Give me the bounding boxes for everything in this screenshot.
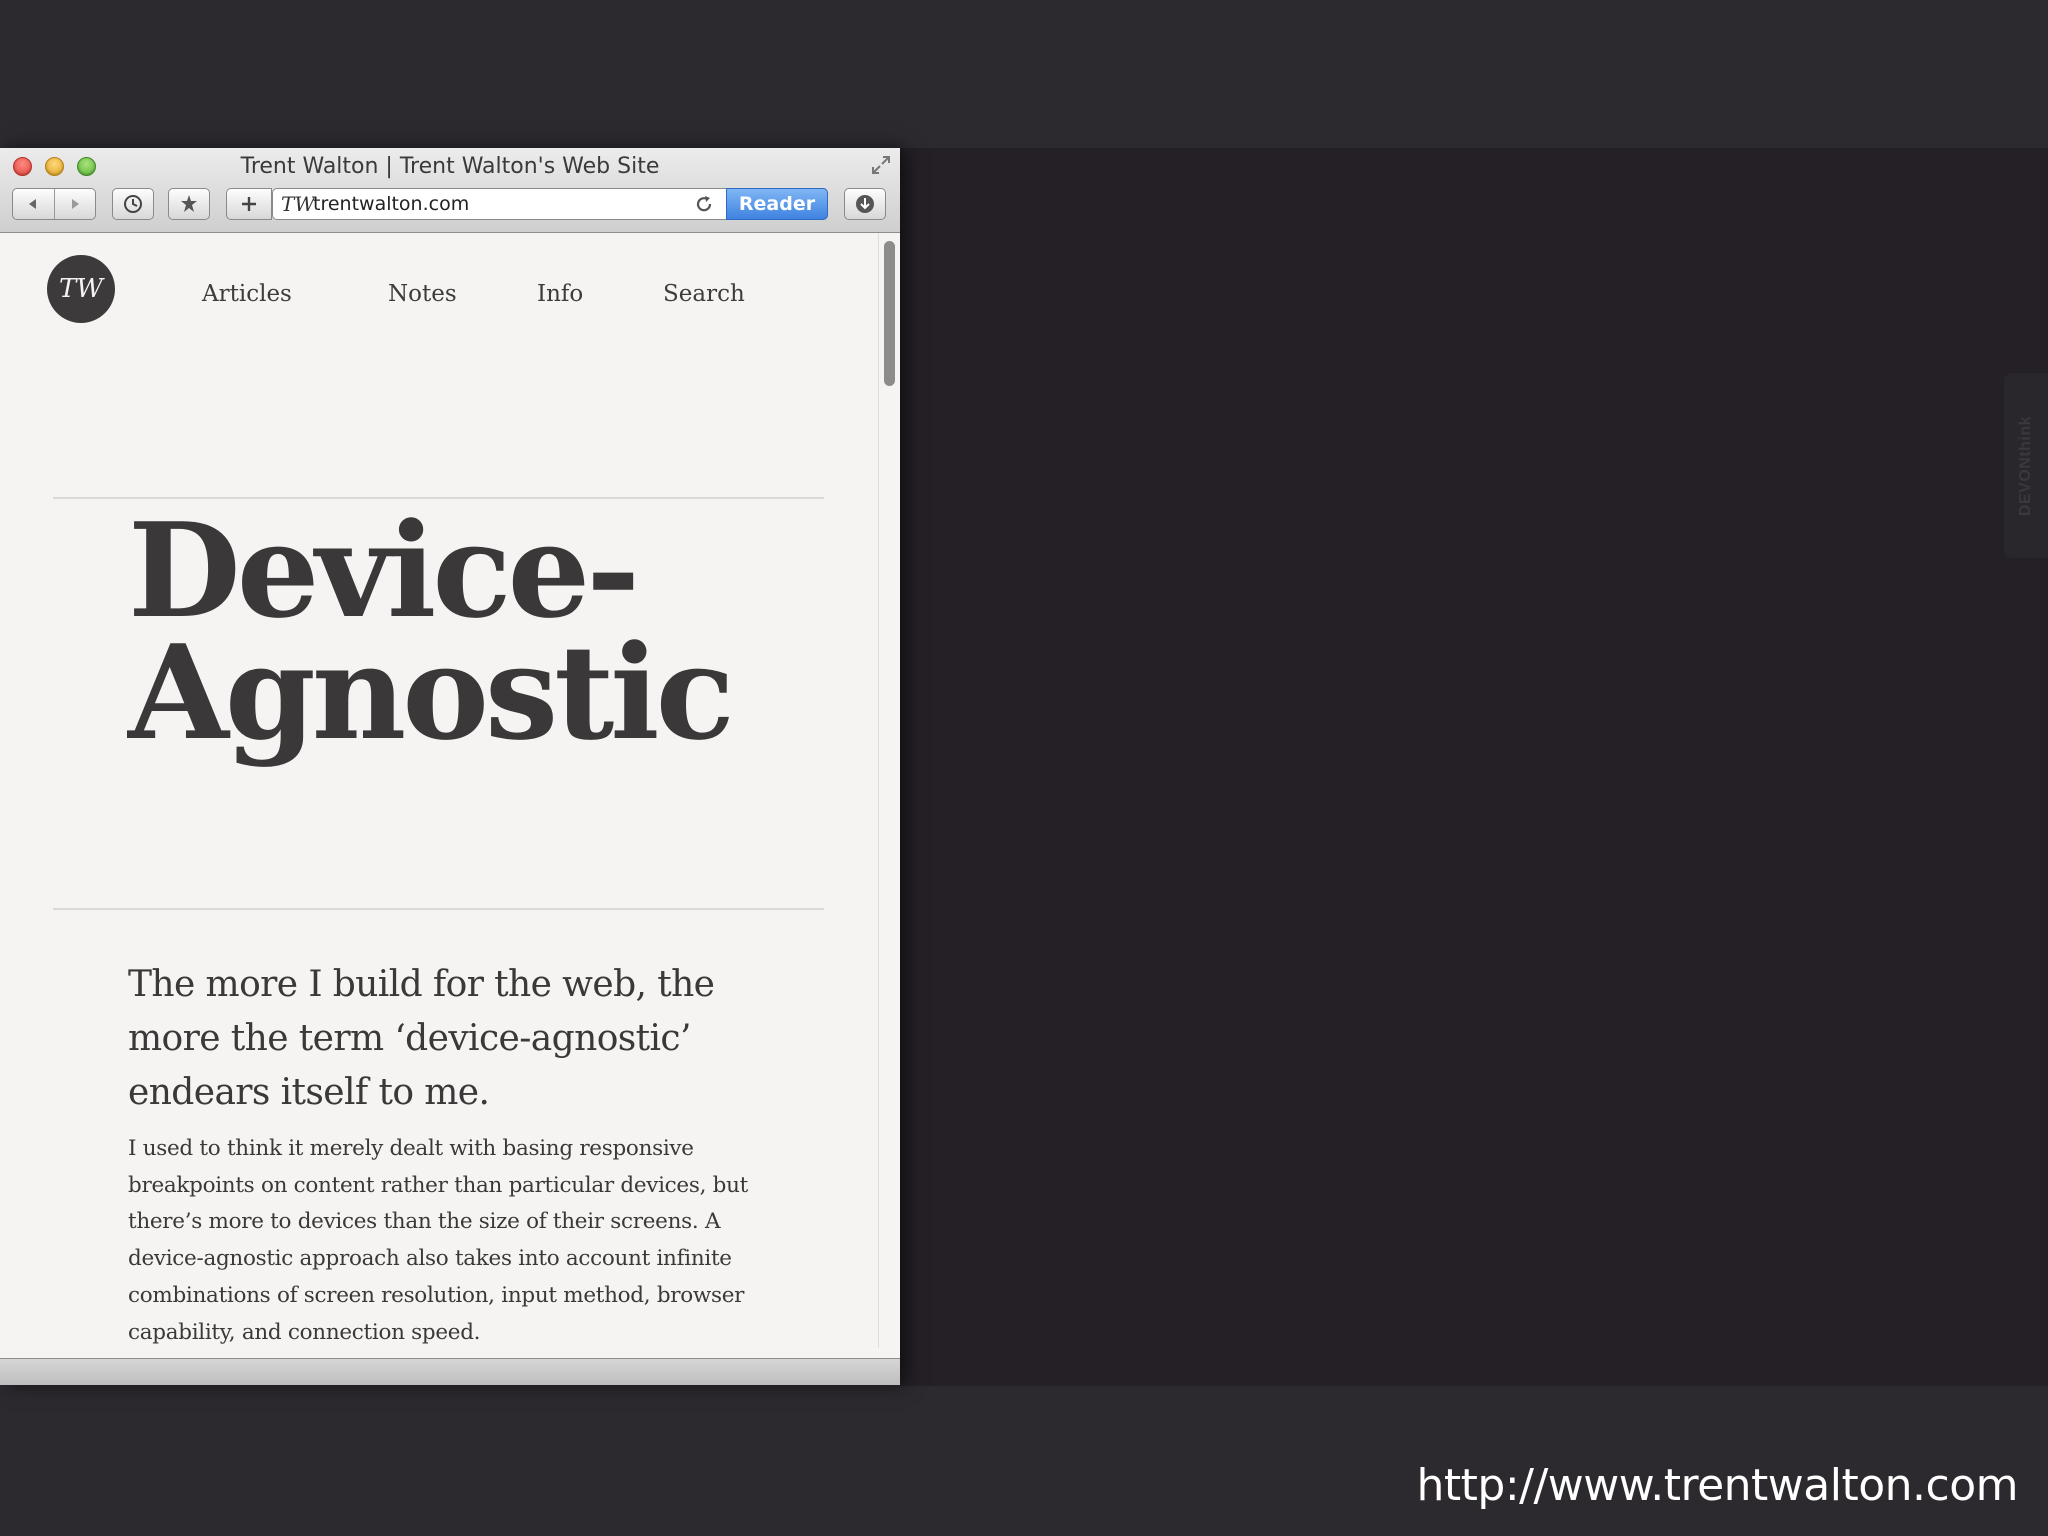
web-page: TW Articles Notes Info Search Device-Agn… [0,233,900,1381]
forward-button[interactable] [53,189,96,219]
devonthink-sidebar-tab[interactable]: DEVONthink [2004,373,2048,558]
history-icon [124,195,142,213]
nav-articles[interactable]: Articles [202,281,292,307]
back-forward-group [12,188,96,220]
footer-url: http://www.trentwalton.com [1416,1460,2019,1511]
back-arrow-icon [29,199,37,209]
puzzle-icon [181,195,197,212]
scrollbar-track [878,233,879,1348]
extensions-button[interactable] [168,188,210,220]
forward-arrow-icon [71,199,79,209]
back-button[interactable] [13,189,54,219]
reader-button[interactable]: Reader [726,188,828,220]
history-button[interactable] [112,188,154,220]
downloads-button[interactable] [844,188,886,220]
devonthink-tab-label: DEVONthink [2017,415,2034,516]
nav-search[interactable]: Search [663,281,745,307]
desktop-background: DEVONthink [900,148,2048,1386]
article-headline: Device-Agnostic [128,494,735,770]
headline-divider [53,908,824,910]
browser-toolbar: Trent Walton | Trent Walton's Web Site T… [0,148,900,233]
browser-window: Trent Walton | Trent Walton's Web Site T… [0,148,900,1385]
article-paragraph: I used to think it merely dealt with bas… [128,1136,748,1345]
new-tab-button[interactable] [226,188,272,220]
reload-icon[interactable] [693,193,715,215]
site-favicon: TW [281,192,315,216]
nav-notes[interactable]: Notes [388,281,457,307]
plus-icon [242,197,256,211]
article-body: I used to think it merely dealt with bas… [128,1131,748,1385]
nav-info[interactable]: Info [537,281,583,307]
article-lede: The more I build for the web, the more t… [128,964,715,1113]
window-title: Trent Walton | Trent Walton's Web Site [240,154,660,179]
site-logo[interactable]: TW [47,255,115,323]
address-text[interactable]: trentwalton.com [313,193,469,215]
status-bar [0,1358,900,1385]
scrollbar-thumb[interactable] [884,241,895,386]
fullscreen-icon[interactable] [870,154,892,176]
download-icon [856,195,874,213]
